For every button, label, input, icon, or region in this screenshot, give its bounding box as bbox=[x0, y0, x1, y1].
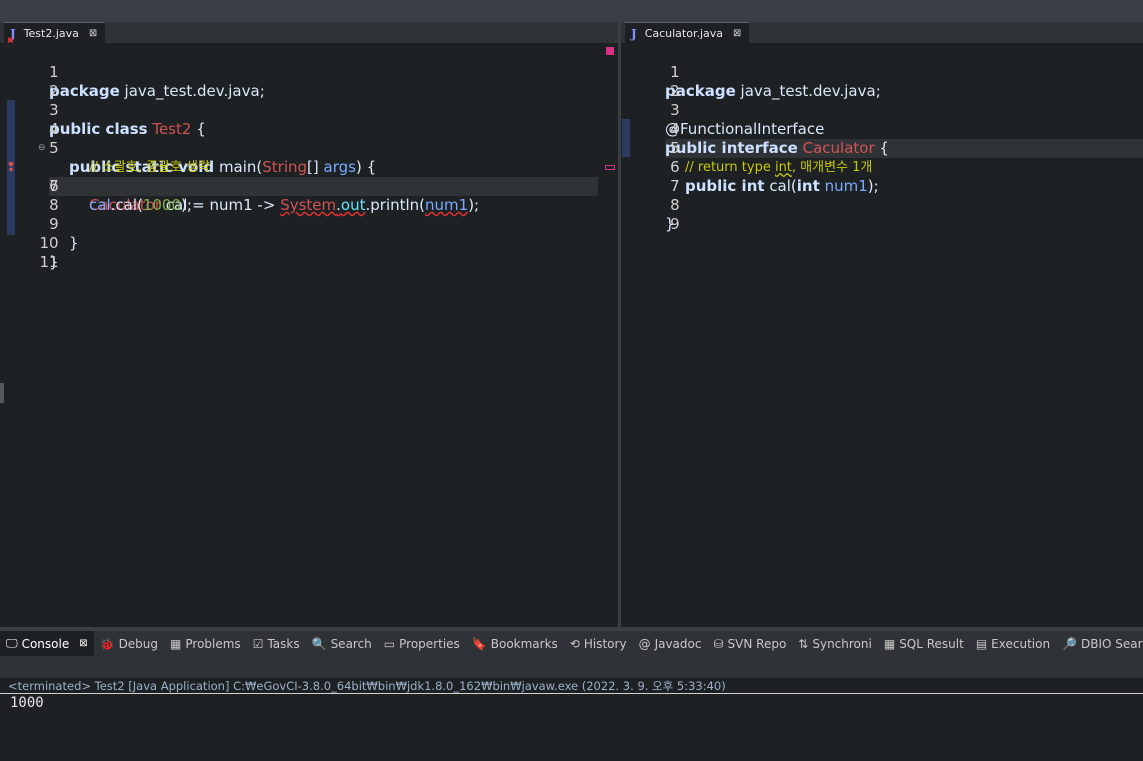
sql-result-icon: ▦ bbox=[883, 636, 896, 651]
view-tab-bar: 🖵 Console ⊠ 🐞 Debug ▦ Problems ☑ Tasks 🔍 Search ▭ Pr… bbox=[0, 631, 1143, 656]
code-line: 5 // 소괄호, 중괄호 생략 bbox=[0, 120, 618, 175]
view-tab-svn-repo[interactable]: ⛁ SVN Repo bbox=[707, 631, 792, 656]
close-icon[interactable]: ⊠ bbox=[89, 28, 97, 39]
code-line: 7 bbox=[621, 158, 1143, 195]
editor-caculator[interactable]: J Caculator.java ⊠ 1 package java_test.d… bbox=[621, 22, 1143, 627]
view-tab-history[interactable]: ⟲ History bbox=[564, 631, 633, 656]
code-area[interactable]: 1 package java_test.dev.java; 2 3 @Funct… bbox=[621, 43, 1143, 627]
code-line: 4 ⊖ public static void main(String[] arg… bbox=[0, 101, 618, 176]
window-top-bar bbox=[0, 0, 1143, 22]
view-tab-bookmarks[interactable]: 🔖 Bookmarks bbox=[466, 631, 564, 656]
view-tab-debug[interactable]: 🐞 Debug bbox=[94, 631, 164, 656]
tab-label: Test2.java bbox=[23, 27, 79, 40]
code-line: 11 bbox=[0, 234, 618, 271]
view-tab-problems[interactable]: ▦ Problems bbox=[164, 631, 247, 656]
editor-tab-strip: J Caculator.java ⊠ bbox=[621, 22, 1143, 44]
sash-handle[interactable] bbox=[0, 383, 4, 403]
code-line: 7 cal.cal(1000); bbox=[0, 158, 618, 214]
execution-icon: ▤ bbox=[975, 636, 988, 651]
close-icon[interactable]: ⊠ bbox=[79, 638, 87, 649]
tab-label: Caculator.java bbox=[644, 27, 724, 40]
tasks-icon: ☑ bbox=[252, 636, 264, 651]
code-line: 2 bbox=[621, 63, 1143, 100]
view-tab-label: Problems bbox=[185, 636, 241, 651]
code-line: 6 public int cal(int num1); bbox=[621, 139, 1143, 195]
code-area[interactable]: 1 package java_test.dev.java; 2 3 public… bbox=[0, 43, 618, 627]
code-line: 9 } bbox=[0, 196, 618, 252]
view-tab-label: Execution bbox=[991, 636, 1051, 651]
view-tab-label: SQL Result bbox=[899, 636, 964, 651]
javadoc-icon: @ bbox=[638, 636, 651, 651]
view-tab-label: SVN Repo bbox=[727, 636, 787, 651]
view-tab-dbio-searc[interactable]: 🔎 DBIO Searc bbox=[1056, 631, 1143, 656]
view-tab-label: Debug bbox=[118, 636, 159, 651]
console-output: 1000 bbox=[10, 695, 44, 711]
line-number: 9 bbox=[670, 215, 680, 233]
search-icon: 🔍 bbox=[311, 636, 327, 651]
code-line: 3 @FunctionalInterface bbox=[621, 82, 1143, 138]
view-tab-label: Console bbox=[21, 636, 70, 651]
view-tab-synchroni[interactable]: ⇅ Synchroni bbox=[792, 631, 878, 656]
dbio-search-icon: 🔎 bbox=[1062, 636, 1078, 651]
console-divider bbox=[0, 693, 1143, 694]
properties-icon: ▭ bbox=[383, 636, 396, 651]
view-tab-label: Javadoc bbox=[654, 636, 702, 651]
java-file-icon: J ✖ bbox=[7, 26, 16, 45]
view-tab-label: DBIO Searc bbox=[1081, 636, 1143, 651]
view-tab-sql-result[interactable]: ▦ SQL Result bbox=[878, 631, 970, 656]
view-tab-properties[interactable]: ▭ Properties bbox=[378, 631, 466, 656]
code-line: 5 // return type int, 매개변수 1개 bbox=[621, 120, 1143, 175]
view-tab-javadoc[interactable]: @ Javadoc bbox=[633, 631, 708, 656]
line-number: 11 bbox=[39, 253, 59, 271]
view-tab-execution[interactable]: ▤ Execution bbox=[970, 631, 1056, 656]
svn-icon: ⛁ bbox=[713, 636, 724, 651]
close-icon[interactable]: ⊠ bbox=[733, 28, 741, 39]
view-tab-label: Search bbox=[330, 636, 372, 651]
console-icon: 🖵 bbox=[6, 636, 18, 650]
console-status: <terminated> Test2 [Java Application] C:… bbox=[8, 679, 726, 693]
code-line: 8 } bbox=[621, 177, 1143, 233]
console-toolbar bbox=[0, 656, 1143, 678]
code-line: 3 public class Test2 { bbox=[0, 82, 618, 138]
editor-tab-strip: J ✖ Test2.java ⊠ bbox=[0, 22, 618, 45]
code-line: 10 } bbox=[0, 215, 618, 271]
view-tab-tasks[interactable]: ☑ Tasks bbox=[247, 631, 306, 656]
synchronize-icon: ⇅ bbox=[798, 636, 809, 651]
tab-test2-java[interactable]: J ✖ Test2.java ⊠ bbox=[4, 22, 106, 45]
code-line: 2 bbox=[0, 63, 618, 100]
tab-caculator-java[interactable]: J Caculator.java ⊠ bbox=[625, 22, 750, 44]
code-line: 1 package java_test.dev.java; bbox=[0, 44, 618, 100]
console-panel[interactable]: <terminated> Test2 [Java Application] C:… bbox=[0, 678, 1143, 761]
view-tab-label: Properties bbox=[399, 636, 460, 651]
code-line: 4 public interface Caculator { bbox=[621, 101, 1143, 157]
code-line: ❢ 6 Caculator cal = num1 -> System.out.p… bbox=[6, 160, 480, 214]
java-file-icon: J bbox=[631, 26, 637, 41]
history-icon: ⟲ bbox=[569, 636, 580, 651]
bookmark-icon: 🔖 bbox=[471, 636, 487, 651]
code-line: 9 bbox=[621, 196, 1143, 233]
code-line: 1 package java_test.dev.java; bbox=[621, 44, 1143, 100]
view-tab-console[interactable]: 🖵 Console ⊠ bbox=[0, 631, 94, 656]
editor-test2[interactable]: J ✖ Test2.java ⊠ 1 package java_test.dev.… bbox=[0, 22, 618, 627]
view-tab-label: History bbox=[583, 636, 627, 651]
view-tab-label: Synchroni bbox=[812, 636, 872, 651]
debug-icon: 🐞 bbox=[99, 636, 115, 651]
problems-icon: ▦ bbox=[170, 636, 182, 651]
view-tab-label: Tasks bbox=[267, 636, 300, 651]
view-tab-label: Bookmarks bbox=[490, 636, 558, 651]
view-tab-search[interactable]: 🔍 Search bbox=[306, 631, 378, 656]
code-line: 8 bbox=[0, 177, 618, 214]
